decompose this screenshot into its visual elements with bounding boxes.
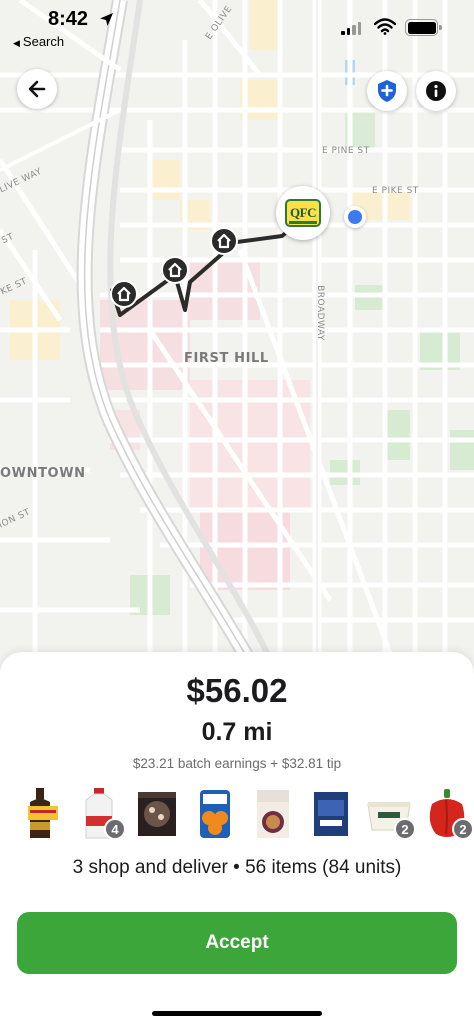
item-quantity-badge: 2 [394, 818, 416, 840]
home-icon[interactable] [161, 256, 189, 284]
info-icon [426, 81, 446, 101]
item-thumbnail[interactable] [190, 786, 240, 842]
status-bar: 8:42 ◀ Search [0, 0, 474, 54]
item-thumbnail[interactable]: 2 [422, 786, 474, 842]
home-icon[interactable] [210, 227, 238, 255]
status-time: 8:42 [48, 8, 89, 30]
back-to-app-link[interactable]: ◀ Search [13, 34, 64, 49]
blue-bag-product [314, 792, 348, 836]
item-quantity-badge: 2 [452, 818, 474, 840]
item-thumbnail[interactable] [16, 786, 66, 842]
store-logo-stripe [289, 221, 317, 224]
street-label: BROADWAY [314, 285, 325, 341]
offer-sheet: $56.02 0.7 mi $23.21 batch earnings + $3… [0, 652, 474, 1025]
back-button[interactable] [17, 69, 57, 109]
home-icon[interactable] [110, 280, 138, 308]
store-logo-text: QFC [290, 205, 316, 220]
coffee-liqueur-bottle [28, 788, 58, 838]
neighborhood-label: OWNTOWN [0, 466, 86, 481]
arrow-left-icon [28, 80, 46, 98]
home-indicator[interactable] [152, 1011, 322, 1016]
item-quantity-badge: 4 [104, 818, 126, 840]
item-thumbnail[interactable]: 4 [74, 786, 126, 842]
item-thumbnail[interactable] [248, 786, 298, 842]
item-thumbnail[interactable] [306, 786, 356, 842]
signal-icon [341, 22, 361, 35]
current-location-dot [344, 206, 366, 228]
clementines-bag [200, 790, 230, 838]
item-thumbnail[interactable] [132, 786, 182, 842]
accept-button[interactable]: Accept [17, 912, 457, 974]
shield-plus-icon [378, 80, 396, 102]
current-location-inner [348, 210, 362, 224]
item-thumbnail[interactable]: 2 [364, 786, 416, 842]
frozen-dessert-box [138, 792, 176, 836]
back-app-label: Search [22, 34, 65, 49]
battery-icon [405, 19, 442, 36]
payout-amount: $56.02 [186, 672, 288, 709]
street-label: E PIKE ST [372, 186, 419, 196]
street-label: E PINE ST [322, 146, 370, 156]
neighborhood-label: FIRST HILL [184, 351, 269, 366]
store-pin[interactable]: QFC [276, 186, 330, 240]
cereal-box [257, 790, 289, 838]
store-logo: QFC [285, 199, 321, 227]
location-arrow-icon [100, 13, 113, 26]
item-thumbnails[interactable]: 4 2 2 [12, 786, 474, 842]
trip-distance: 0.7 mi [201, 718, 273, 746]
batch-summary: 3 shop and deliver • 56 items (84 units) [72, 857, 402, 878]
info-button[interactable] [416, 71, 456, 111]
safety-button[interactable] [367, 71, 407, 111]
wifi-icon [374, 18, 396, 35]
map-view[interactable]: FIRST HILL OWNTOWN E OLIVE E PINE ST E P… [0, 0, 474, 680]
back-triangle-icon: ◀ [13, 38, 20, 48]
earnings-breakdown: $23.21 batch earnings + $32.81 tip [132, 756, 342, 771]
